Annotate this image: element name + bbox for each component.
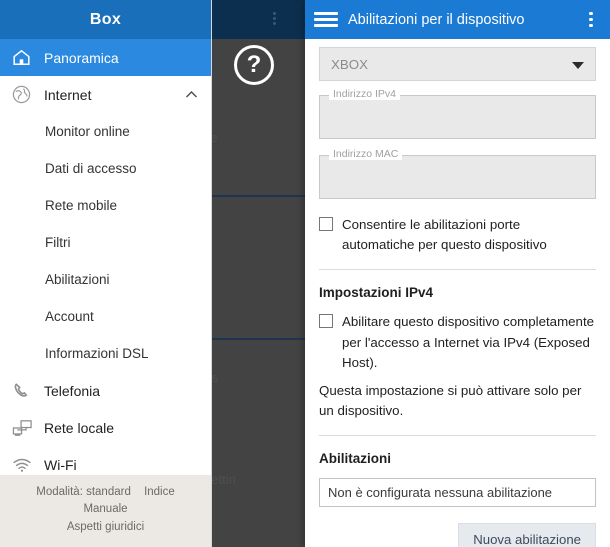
phone-icon — [12, 380, 38, 402]
app-root: Box Panoramica Internet Monitor online D… — [0, 0, 610, 547]
sidebar: Box Panoramica Internet Monitor online D… — [0, 0, 212, 547]
device-select-value: XBOX — [331, 56, 368, 72]
sidebar-item-label: Rete locale — [44, 419, 115, 436]
sidebar-subitem-label: Informazioni DSL — [45, 346, 149, 361]
footer-index-link[interactable]: Indice — [144, 486, 175, 498]
sidebar-item-label: Telefonia — [44, 382, 101, 399]
sidebar-subitem-account[interactable]: Account — [0, 298, 211, 335]
footer-legal-link[interactable]: Aspetti giuridici — [67, 521, 144, 533]
exposed-host-checkbox[interactable] — [319, 314, 333, 329]
sidebar-footer: Modalità: standard Indice Manuale Aspett… — [0, 474, 211, 547]
sidebar-item-telefonia[interactable]: Telefonia — [0, 372, 211, 409]
dimmed-topbar — [212, 0, 305, 39]
section-divider — [319, 269, 596, 271]
device-permissions-panel: Abilitazioni per il dispositivo XBOX Ind… — [305, 0, 610, 547]
sidebar-subitem-label: Abilitazioni — [45, 272, 110, 287]
panel-body: XBOX Indirizzo IPv4 Indirizzo MAC Consen… — [305, 39, 610, 547]
device-select[interactable]: XBOX — [319, 47, 596, 81]
sidebar-item-label: Wi-Fi — [44, 456, 77, 473]
globe-icon — [12, 84, 38, 106]
sidebar-subitem-dati-di-accesso[interactable]: Dati di accesso — [0, 150, 211, 187]
ipv4-settings-title: Impostazioni IPv4 — [319, 285, 434, 301]
sidebar-subitem-monitor-online[interactable]: Monitor online — [0, 113, 211, 150]
dimmed-text-fragment: re — [212, 130, 218, 145]
mac-address-label: Indirizzo MAC — [329, 149, 403, 160]
dimmed-rule — [212, 338, 305, 340]
dimmed-text-fragment: /s — [212, 370, 219, 385]
auto-ports-checkbox-label: Consentire le abilitazioni porte automat… — [342, 217, 547, 253]
permissions-empty-field[interactable]: Non è configurata nessuna abilitazione — [319, 478, 596, 508]
sidebar-item-panoramica[interactable]: Panoramica — [0, 39, 211, 76]
sidebar-subitem-label: Monitor online — [45, 124, 130, 139]
panel-actions: Nuova abilitazione — [319, 523, 596, 547]
auto-ports-checkbox-row[interactable]: Consentire le abilitazioni porte automat… — [319, 215, 596, 255]
sidebar-item-label: Internet — [44, 86, 92, 103]
sidebar-subitem-informazioni-dsl[interactable]: Informazioni DSL — [0, 335, 211, 372]
panel-header: Abilitazioni per il dispositivo — [305, 0, 610, 39]
ipv4-address-label: Indirizzo IPv4 — [329, 89, 401, 100]
sidebar-nav: Panoramica Internet Monitor online Dati … — [0, 39, 211, 475]
sidebar-title: Box — [0, 0, 211, 39]
dimmed-overlay[interactable]: ? re /s nettin — [212, 0, 305, 547]
sidebar-subitem-rete-mobile[interactable]: Rete mobile — [0, 187, 211, 224]
sidebar-item-wifi[interactable]: Wi-Fi — [0, 446, 211, 475]
home-icon — [12, 47, 38, 69]
dimmed-text-fragment: nettin — [212, 472, 236, 487]
new-permission-button[interactable]: Nuova abilitazione — [458, 523, 596, 547]
ipv4-address-field[interactable]: Indirizzo IPv4 — [319, 89, 596, 139]
sidebar-item-internet[interactable]: Internet — [0, 76, 211, 113]
wifi-icon — [12, 454, 38, 475]
sidebar-subitem-label: Rete mobile — [45, 198, 118, 213]
sidebar-submenu-internet: Monitor online Dati di accesso Rete mobi… — [0, 113, 211, 372]
help-circle-icon[interactable]: ? — [234, 45, 274, 85]
sidebar-item-label: Panoramica — [44, 49, 119, 66]
dimmed-kebab-menu-icon — [273, 12, 276, 25]
sidebar-item-rete-locale[interactable]: Rete locale — [0, 409, 211, 446]
dimmed-rule — [212, 195, 305, 197]
permissions-title: Abilitazioni — [319, 451, 391, 467]
sidebar-subitem-label: Dati di accesso — [45, 161, 137, 176]
exposed-host-checkbox-label: Abilitare questo dispositivo completamen… — [342, 314, 595, 370]
footer-manual-link[interactable]: Manuale — [83, 503, 127, 515]
auto-ports-checkbox[interactable] — [319, 217, 333, 231]
footer-mode-label: Modalità: standard — [36, 485, 131, 498]
exposed-host-checkbox-row[interactable]: Abilitare questo dispositivo completamen… — [319, 312, 596, 373]
panel-title: Abilitazioni per il dispositivo — [348, 11, 525, 28]
permissions-empty-text: Non è configurata nessuna abilitazione — [328, 485, 553, 501]
sidebar-subitem-filtri[interactable]: Filtri — [0, 224, 211, 261]
ipv4-settings-note: Questa impostazione si può attivare solo… — [319, 383, 582, 419]
network-icon — [12, 417, 38, 439]
chevron-down-icon — [572, 62, 584, 69]
sidebar-subitem-abilitazioni[interactable]: Abilitazioni — [0, 261, 211, 298]
kebab-menu-icon[interactable] — [582, 11, 600, 28]
mac-address-field[interactable]: Indirizzo MAC — [319, 149, 596, 199]
chevron-up-icon[interactable] — [183, 90, 199, 99]
section-divider — [319, 435, 596, 437]
sidebar-subitem-label: Filtri — [45, 235, 71, 250]
hamburger-icon[interactable] — [314, 12, 338, 27]
sidebar-subitem-label: Account — [45, 309, 94, 324]
